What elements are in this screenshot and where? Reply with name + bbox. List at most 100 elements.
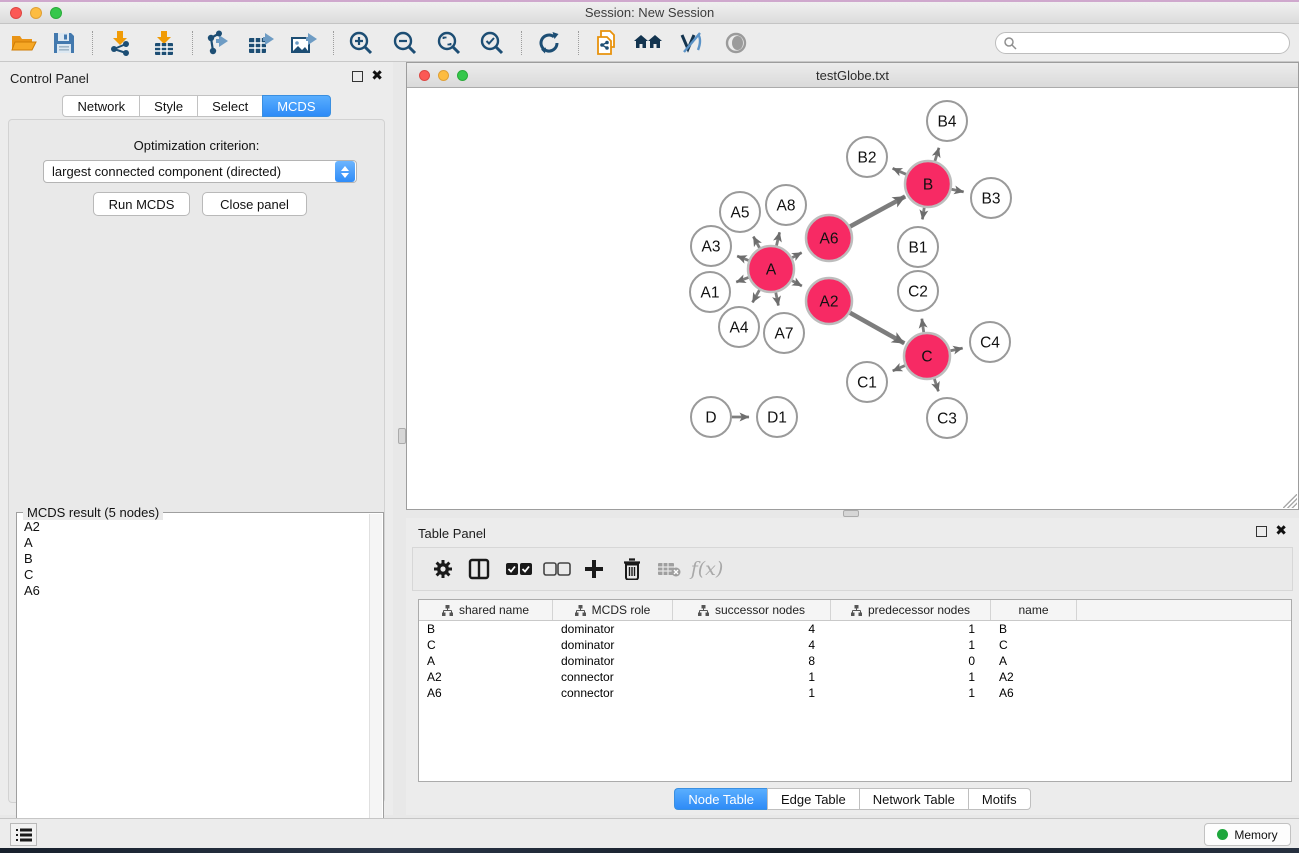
cell-shared-name[interactable]: A2 [419, 669, 553, 685]
graph-edge-C-C2[interactable] [922, 319, 924, 332]
cell-shared-name[interactable]: A6 [419, 685, 553, 701]
graph-node-B1[interactable]: B1 [898, 227, 938, 267]
graph-node-C[interactable]: C [904, 333, 950, 379]
tab-edge-table[interactable]: Edge Table [767, 788, 859, 810]
float-panel-icon[interactable] [352, 71, 363, 82]
mcds-result-item[interactable]: A [18, 535, 368, 551]
graph-edge-B-B1[interactable] [922, 208, 924, 220]
create-column-button[interactable] [576, 554, 612, 584]
run-mcds-button[interactable]: Run MCDS [93, 192, 190, 216]
minimize-window-icon[interactable] [438, 70, 449, 81]
show-hide-button[interactable] [718, 28, 754, 58]
network-canvas[interactable]: B4B2BB3A5A8A6A3B1AA1C2A2A4A7C4CC1DD1C3 [407, 88, 1298, 509]
graph-node-C4[interactable]: C4 [970, 322, 1010, 362]
zoom-in-button[interactable] [343, 28, 379, 58]
cell-MCDS-role[interactable]: connector [553, 685, 673, 701]
tab-network[interactable]: Network [62, 95, 139, 117]
graph-edge-C-C4[interactable] [950, 348, 962, 351]
delete-column-button[interactable] [614, 554, 650, 584]
tab-mcds[interactable]: MCDS [262, 95, 330, 117]
graph-edge-C-C3[interactable] [934, 379, 938, 392]
graph-edge-A-A7[interactable] [776, 293, 779, 306]
graph-node-B[interactable]: B [905, 161, 951, 207]
minimize-window-icon[interactable] [30, 7, 42, 19]
close-panel-icon[interactable]: ✖ [371, 67, 383, 84]
select-all-button[interactable] [501, 554, 537, 584]
search-input[interactable] [1017, 36, 1289, 50]
graph-edge-A-A2[interactable] [792, 281, 802, 286]
export-table-button[interactable] [243, 28, 279, 58]
graph-edge-A2-C[interactable] [850, 313, 904, 344]
export-image-button[interactable] [286, 28, 322, 58]
cell-name[interactable]: B [991, 621, 1077, 637]
mcds-result-list[interactable]: A2ABCA6 [18, 519, 368, 847]
graph-node-C3[interactable]: C3 [927, 398, 967, 438]
close-window-icon[interactable] [10, 7, 22, 19]
graph-node-B2[interactable]: B2 [847, 137, 887, 177]
memory-button[interactable]: Memory [1204, 823, 1291, 846]
graph-edge-C-C1[interactable] [893, 366, 905, 371]
close-panel-icon[interactable]: ✖ [1275, 522, 1287, 539]
graph-node-A8[interactable]: A8 [766, 185, 806, 225]
toggle-bird-view-button[interactable] [673, 28, 709, 58]
apply-layout-button[interactable] [531, 28, 567, 58]
cell-name[interactable]: C [991, 637, 1077, 653]
graph-node-A1[interactable]: A1 [690, 272, 730, 312]
graph-edge-A-A1[interactable] [736, 277, 748, 282]
graph-node-A4[interactable]: A4 [719, 307, 759, 347]
mcds-result-item[interactable]: C [18, 567, 368, 583]
table-row[interactable]: Cdominator41C [419, 637, 1291, 653]
split-divider-handle[interactable] [398, 428, 406, 444]
column-header-successor-nodes[interactable]: successor nodes [673, 600, 831, 620]
clone-network-button[interactable] [588, 28, 624, 58]
save-session-button[interactable] [46, 28, 82, 58]
graph-edge-B-B3[interactable] [951, 189, 963, 192]
table-row[interactable]: A6connector11A6 [419, 685, 1291, 701]
graph-edge-B-B4[interactable] [935, 148, 939, 161]
zoom-fit-button[interactable] [431, 28, 467, 58]
float-panel-icon[interactable] [1256, 526, 1267, 537]
cell-name[interactable]: A2 [991, 669, 1077, 685]
window-resize-grip[interactable] [1283, 494, 1297, 508]
cell-predecessor-nodes[interactable]: 1 [831, 637, 991, 653]
graph-node-C1[interactable]: C1 [847, 362, 887, 402]
cell-predecessor-nodes[interactable]: 1 [831, 685, 991, 701]
home-button[interactable] [630, 28, 666, 58]
zoom-selected-button[interactable] [474, 28, 510, 58]
tab-motifs[interactable]: Motifs [968, 788, 1031, 810]
mcds-result-item[interactable]: A2 [18, 519, 368, 535]
graph-node-B3[interactable]: B3 [971, 178, 1011, 218]
mcds-result-item[interactable]: B [18, 551, 368, 567]
table-row[interactable]: A2connector11A2 [419, 669, 1291, 685]
criterion-select[interactable]: largest connected component (directed) [43, 160, 357, 183]
cell-shared-name[interactable]: B [419, 621, 553, 637]
cell-shared-name[interactable]: A [419, 653, 553, 669]
close-window-icon[interactable] [419, 70, 430, 81]
column-header-name[interactable]: name [991, 600, 1077, 620]
table-settings-button[interactable] [425, 554, 461, 584]
graph-node-A2[interactable]: A2 [806, 278, 852, 324]
graph-node-D[interactable]: D [691, 397, 731, 437]
graph-edge-A-A4[interactable] [753, 290, 760, 302]
export-network-button[interactable] [200, 28, 236, 58]
graph-node-A6[interactable]: A6 [806, 215, 852, 261]
cell-successor-nodes[interactable]: 4 [673, 621, 831, 637]
cell-predecessor-nodes[interactable]: 1 [831, 669, 991, 685]
cell-successor-nodes[interactable]: 1 [673, 669, 831, 685]
graph-edge-A-A5[interactable] [753, 237, 759, 248]
table-row[interactable]: Adominator80A [419, 653, 1291, 669]
cell-successor-nodes[interactable]: 4 [673, 637, 831, 653]
zoom-window-icon[interactable] [50, 7, 62, 19]
column-header-MCDS-role[interactable]: MCDS role [553, 600, 673, 620]
delete-table-button[interactable] [651, 554, 687, 584]
graph-edge-A6-B[interactable] [850, 196, 905, 226]
graph-edge-A-A3[interactable] [737, 256, 748, 260]
cell-name[interactable]: A [991, 653, 1077, 669]
graph-node-A7[interactable]: A7 [764, 313, 804, 353]
import-network-button[interactable] [102, 28, 138, 58]
close-panel-button[interactable]: Close panel [202, 192, 307, 216]
zoom-window-icon[interactable] [457, 70, 468, 81]
cell-successor-nodes[interactable]: 1 [673, 685, 831, 701]
graph-node-A5[interactable]: A5 [720, 192, 760, 232]
function-builder-button[interactable]: f(x) [689, 554, 725, 584]
